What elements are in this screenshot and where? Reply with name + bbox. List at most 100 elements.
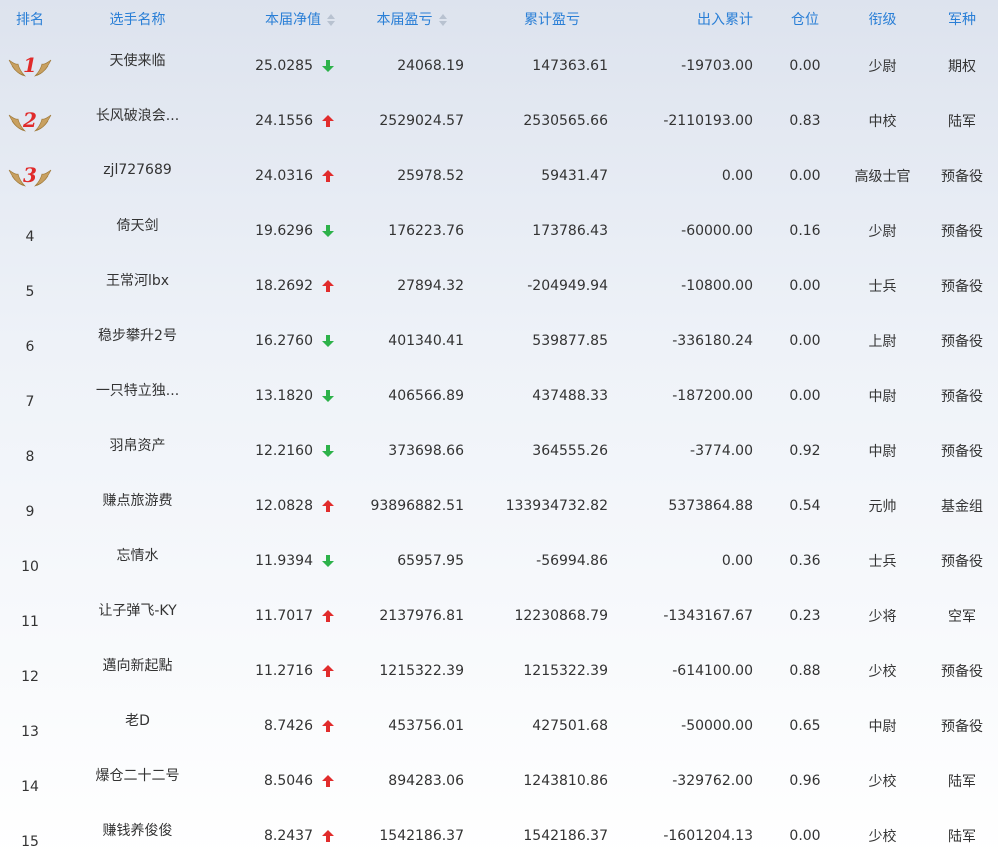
branch-value: 陆军 xyxy=(948,773,976,790)
pnl-cell: 2137976.81 xyxy=(345,588,478,643)
table-row[interactable]: 5 王常河lbx 18.2692 27894.32 -204949.94 -10800.0… xyxy=(0,258,998,313)
flow-value: -336180.24 xyxy=(672,332,753,349)
nav-cell: 11.7017 xyxy=(215,588,345,643)
table-row[interactable]: 14 爆仓二十二号 8.5046 894283.06 1243810.86 -329762… xyxy=(0,753,998,808)
total-pnl-value: -204949.94 xyxy=(527,277,608,294)
table-row[interactable]: 1 天使来临 25.0285 24068.19 147363.61 -19703.00 0.… xyxy=(0,38,998,93)
pnl-value: 24068.19 xyxy=(397,57,464,74)
position-cell: 0.88 xyxy=(771,643,839,698)
table-row[interactable]: 11 让子弹飞-KY 11.7017 2137976.81 12230868.79 -13… xyxy=(0,588,998,643)
rank-number: 4 xyxy=(25,228,35,245)
nav-wrap: 13.1820 xyxy=(255,388,337,404)
player-name-cell[interactable]: zjl727689 xyxy=(60,148,215,203)
up-arrow-icon xyxy=(321,114,335,128)
branch-cell: 预备役 xyxy=(926,148,998,203)
down-arrow-icon xyxy=(321,554,335,568)
player-name: 羽帛资产 xyxy=(109,437,166,454)
rank-title-cell: 少校 xyxy=(839,808,926,863)
pnl-cell: 373698.66 xyxy=(345,423,478,478)
total-pnl-cell: 12230868.79 xyxy=(478,588,626,643)
table-row[interactable]: 7 一只特立独... 13.1820 406566.89 437488.33 -18720… xyxy=(0,368,998,423)
rank-title-cell: 中尉 xyxy=(839,423,926,478)
column-header-nav[interactable]: 本届净值 xyxy=(215,0,345,38)
nav-wrap: 8.7426 xyxy=(264,718,337,734)
pnl-value: 406566.89 xyxy=(388,387,464,404)
table-row[interactable]: 6 稳步攀升2号 16.2760 401340.41 539877.85 -336180.… xyxy=(0,313,998,368)
down-arrow-icon xyxy=(321,334,335,348)
table-row[interactable]: 2 长风破浪会... 24.1556 2529024.57 2530565.66 -211… xyxy=(0,93,998,148)
table-row[interactable]: 12 邁向新起點 11.2716 1215322.39 1215322.39 -61410… xyxy=(0,643,998,698)
nav-value: 11.2716 xyxy=(255,662,313,679)
total-pnl-value: 12230868.79 xyxy=(514,607,608,624)
branch-cell: 预备役 xyxy=(926,643,998,698)
player-name-cell[interactable]: 忘情水 xyxy=(60,533,215,588)
nav-wrap: 8.2437 xyxy=(264,828,337,844)
nav-cell: 16.2760 xyxy=(215,313,345,368)
table-row[interactable]: 15 赚钱养俊俊 8.2437 1542186.37 1542186.37 -160120… xyxy=(0,808,998,863)
nav-value: 11.7017 xyxy=(255,607,313,624)
position-cell: 0.92 xyxy=(771,423,839,478)
rank-number: 6 xyxy=(25,338,35,355)
rank-number: 9 xyxy=(25,503,35,520)
nav-wrap: 12.2160 xyxy=(255,443,337,459)
player-name-cell[interactable]: 赚钱养俊俊 xyxy=(60,808,215,863)
player-name-cell[interactable]: 邁向新起點 xyxy=(60,643,215,698)
player-name-cell[interactable]: 一只特立独... xyxy=(60,368,215,423)
column-header-label: 选手名称 xyxy=(109,12,166,28)
rank-cell: 9 xyxy=(0,478,60,533)
total-pnl-value: 133934732.82 xyxy=(505,497,608,514)
sort-icon[interactable] xyxy=(438,14,447,26)
column-header-pnl[interactable]: 本届盈亏 xyxy=(345,0,478,38)
player-name-cell[interactable]: 羽帛资产 xyxy=(60,423,215,478)
column-header-label: 排名 xyxy=(16,12,44,28)
rank-title-value: 中尉 xyxy=(868,443,897,460)
player-name-cell[interactable]: 稳步攀升2号 xyxy=(60,313,215,368)
position-cell: 0.65 xyxy=(771,698,839,753)
nav-cell: 11.9394 xyxy=(215,533,345,588)
pnl-cell: 1542186.37 xyxy=(345,808,478,863)
player-name: 赚钱养俊俊 xyxy=(102,822,173,839)
player-name-cell[interactable]: 老D xyxy=(60,698,215,753)
down-arrow-icon xyxy=(321,224,335,238)
nav-cell: 12.2160 xyxy=(215,423,345,478)
branch-value: 预备役 xyxy=(941,168,983,185)
column-header-label: 本届盈亏 xyxy=(376,12,433,28)
player-name-cell[interactable]: 让子弹飞-KY xyxy=(60,588,215,643)
branch-value: 预备役 xyxy=(941,553,983,570)
rank-number: 2 xyxy=(23,107,37,132)
sort-icon[interactable] xyxy=(327,14,335,26)
flow-cell: -1601204.13 xyxy=(626,808,771,863)
pnl-value: 176223.76 xyxy=(388,222,464,239)
table-row[interactable]: 9 赚点旅游费 12.0828 93896882.51 133934732.82 5373… xyxy=(0,478,998,533)
up-arrow-icon xyxy=(321,829,335,843)
nav-cell: 11.2716 xyxy=(215,643,345,698)
rank-cell: 7 xyxy=(0,368,60,423)
rank-cell: 11 xyxy=(0,588,60,643)
total-pnl-cell: 1215322.39 xyxy=(478,643,626,698)
rank-cell: 13 xyxy=(0,698,60,753)
branch-value: 基金组 xyxy=(941,498,983,515)
down-arrow-icon xyxy=(321,59,335,73)
player-name-cell[interactable]: 倚天剑 xyxy=(60,203,215,258)
flow-value: 0.00 xyxy=(721,167,753,184)
branch-value: 陆军 xyxy=(948,828,976,845)
player-name-cell[interactable]: 王常河lbx xyxy=(60,258,215,313)
branch-cell: 预备役 xyxy=(926,258,998,313)
rank-number: 7 xyxy=(25,393,35,410)
pnl-value: 401340.41 xyxy=(388,332,464,349)
table-row[interactable]: 13 老D 8.7426 453756.01 427501.68 -50000.00 0.6… xyxy=(0,698,998,753)
position-value: 0.92 xyxy=(789,442,821,459)
player-name-cell[interactable]: 爆仓二十二号 xyxy=(60,753,215,808)
player-name-cell[interactable]: 天使来临 xyxy=(60,38,215,93)
player-name-cell[interactable]: 长风破浪会... xyxy=(60,93,215,148)
branch-cell: 基金组 xyxy=(926,478,998,533)
up-arrow-icon xyxy=(321,664,335,678)
table-row[interactable]: 8 羽帛资产 12.2160 373698.66 364555.26 -3774.00 0.… xyxy=(0,423,998,478)
player-name-cell[interactable]: 赚点旅游费 xyxy=(60,478,215,533)
table-row[interactable]: 4 倚天剑 19.6296 176223.76 173786.43 -60000.00 0.… xyxy=(0,203,998,258)
player-name: 老D xyxy=(125,712,150,729)
rank-title-value: 少将 xyxy=(868,608,897,625)
nav-cell: 24.0316 xyxy=(215,148,345,203)
table-row[interactable]: 10 忘情水 11.9394 65957.95 -56994.86 0.00 0.36 士兵 预… xyxy=(0,533,998,588)
table-row[interactable]: 3 zjl727689 24.0316 25978.52 59431.47 0.00 0.0… xyxy=(0,148,998,203)
